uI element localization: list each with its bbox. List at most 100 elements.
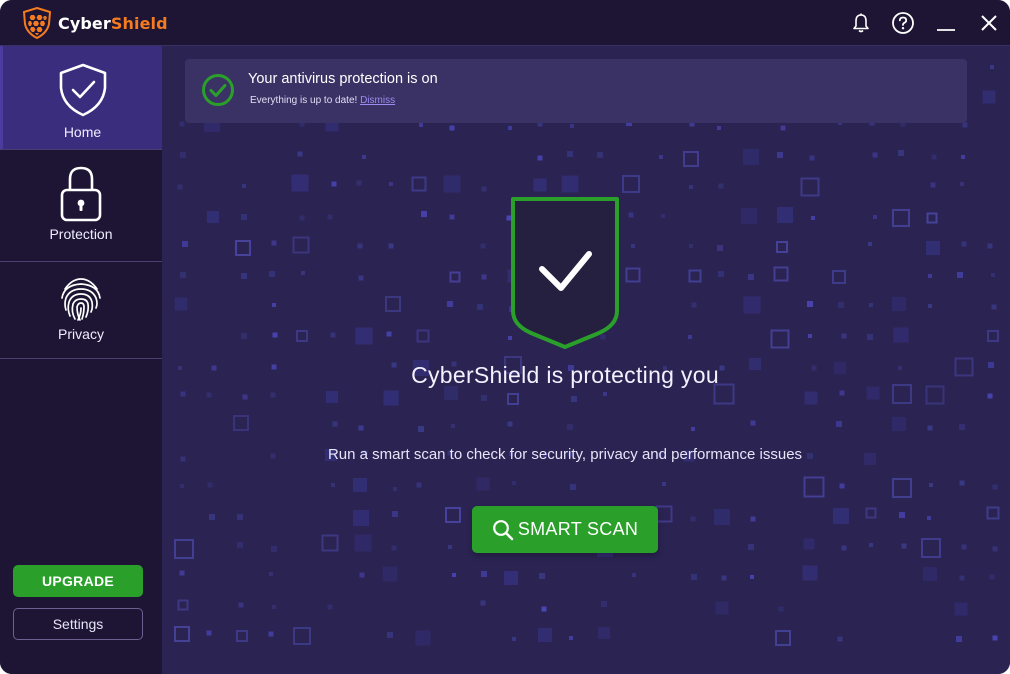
pattern-dot [271,546,277,552]
minimize-icon[interactable] [934,11,958,35]
pattern-dot [272,605,276,609]
close-icon[interactable] [977,11,1001,35]
pattern-dot [481,571,487,577]
pattern-dot [926,241,940,255]
pattern-dot [357,243,363,249]
dismiss-link[interactable]: Dismiss [360,95,395,106]
pattern-dot [327,214,333,220]
pattern-dot [507,393,519,405]
pattern-dot [959,480,965,486]
pattern-dot [541,606,547,612]
pattern-dot [923,567,937,581]
pattern-dot [330,332,336,338]
pattern-dot [741,208,757,224]
pattern-dot [714,509,730,525]
pattern-dot [841,333,847,339]
pattern-dot [385,296,401,312]
pattern-dot [206,630,212,636]
pattern-dot [691,574,697,580]
pattern-dot [174,297,188,311]
pattern-dot [691,427,695,431]
pattern-dot [331,181,337,187]
pattern-dot [839,390,845,396]
pattern-dot [892,478,912,498]
pattern-dot [416,482,422,488]
pattern-dot [718,271,724,277]
pattern-dot [332,421,338,427]
pattern-dot [833,508,849,524]
pattern-dot [929,483,933,487]
pattern-dot [237,542,243,548]
bell-icon[interactable] [849,11,873,35]
pattern-dot [954,602,968,616]
protection-shield-icon [511,197,619,349]
shield-logo-icon [22,7,52,39]
fingerprint-icon [61,278,101,321]
sidebar: Home Protection Privacy UPGRADE Settings [0,46,162,674]
pattern-dot [174,626,190,642]
pattern-dot [688,269,702,283]
sidebar-item-protection[interactable]: Protection [0,150,162,261]
pattern-dot [268,631,274,637]
pattern-dot [389,182,393,186]
pattern-dot [717,126,721,130]
pattern-dot [717,245,723,251]
pattern-dot [721,575,727,581]
upgrade-button[interactable]: UPGRADE [13,565,143,597]
pattern-dot [960,182,964,186]
pattern-dot [632,573,636,577]
pattern-dot [570,124,574,128]
app-window: CyberShield Home Protection Privacy UPGR… [0,0,1010,674]
pattern-dot [750,575,754,579]
pattern-dot [452,573,456,577]
pattern-dot [898,150,904,156]
pattern-dot [569,636,573,640]
pattern-dot [301,271,305,275]
pattern-dot [449,271,461,283]
pattern-dot [743,149,759,165]
pattern-dot [561,175,579,193]
pattern-dot [242,184,246,188]
pattern-dot [750,420,756,426]
pattern-dot [238,602,244,608]
brand-name: CyberShield [58,14,168,33]
settings-button[interactable]: Settings [13,608,143,640]
pattern-dot [386,331,392,337]
pattern-dot [631,244,635,248]
smart-scan-button[interactable]: SMART SCAN [472,506,658,553]
pattern-dot [235,240,251,256]
pattern-dot [807,301,813,307]
pattern-dot [838,302,844,308]
pattern-dot [416,329,430,343]
pattern-dot [353,478,367,492]
help-icon[interactable] [891,11,915,35]
pattern-dot [233,415,249,431]
pattern-dot [182,241,188,247]
sidebar-item-home[interactable]: Home [0,46,162,149]
pattern-dot [622,175,640,193]
pattern-dot [570,484,576,490]
pattern-dot [271,240,277,246]
pattern-dot [477,304,483,310]
pattern-dot [180,391,186,397]
pattern-dot [892,417,906,431]
pattern-dot [481,274,487,280]
pattern-dot [449,125,455,131]
pattern-dot [872,152,878,158]
pattern-dot [177,599,189,611]
pattern-dot [777,207,793,223]
pattern-dot [539,573,545,579]
pattern-dot [177,184,183,190]
pattern-dot [508,126,512,130]
pattern-dot [892,209,910,227]
pattern-dot [982,90,996,104]
pattern-dot [927,516,931,520]
pattern-dot [775,630,791,646]
pattern-dot [480,600,486,606]
pattern-dot [869,543,873,547]
sidebar-item-label: Protection [49,226,113,242]
pattern-dot [661,214,665,218]
pattern-dot [242,394,248,400]
sidebar-item-privacy[interactable]: Privacy [0,262,162,358]
pattern-dot [180,484,184,488]
